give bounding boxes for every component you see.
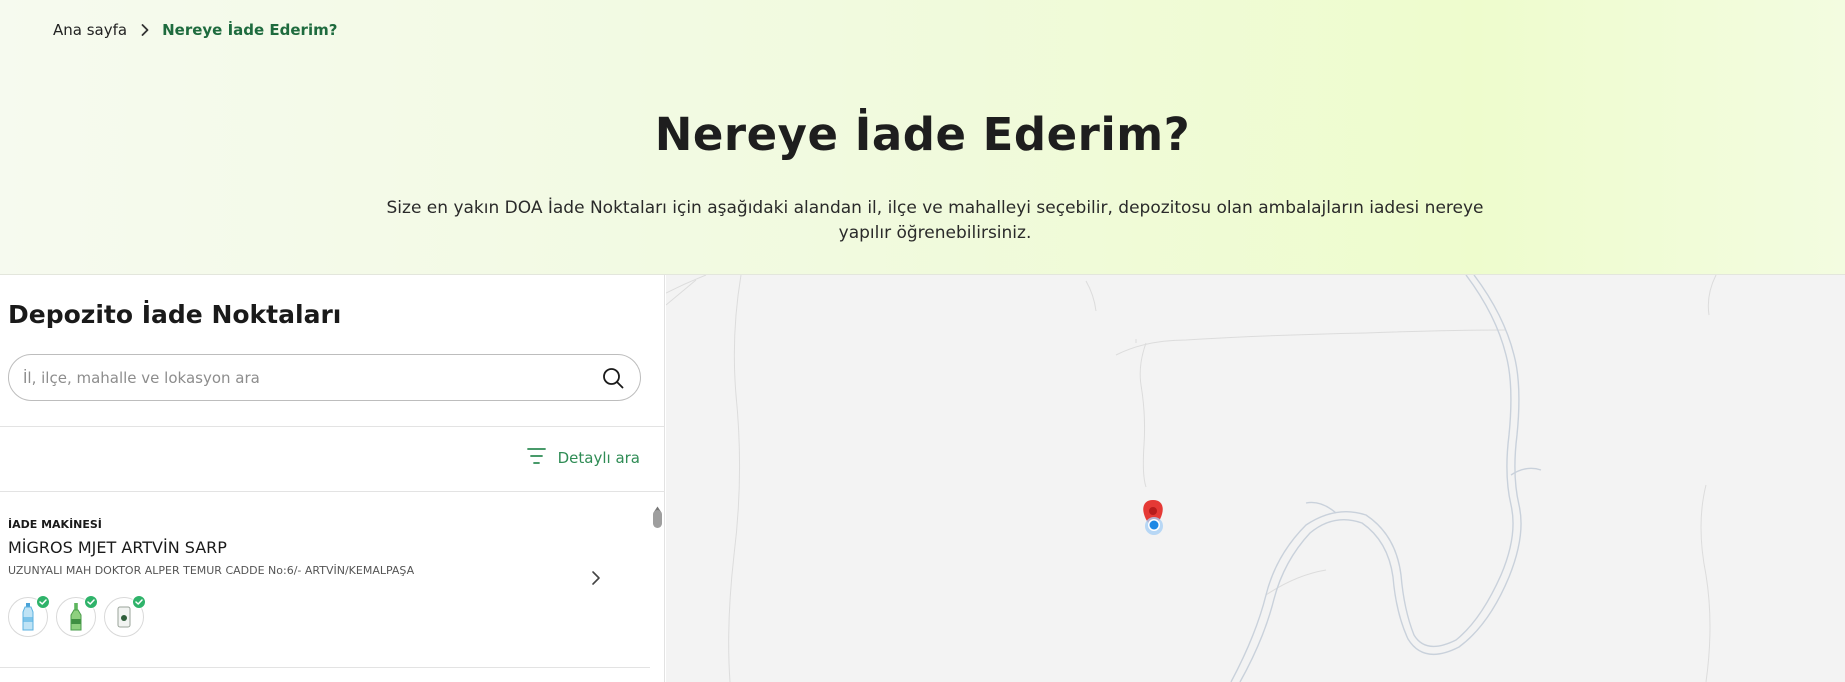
map-view[interactable] — [666, 275, 1845, 682]
scroll-thumb[interactable] — [653, 510, 662, 528]
check-icon — [36, 595, 50, 609]
divider — [0, 426, 665, 427]
breadcrumb: Ana sayfa Nereye İade Ederim? — [53, 21, 337, 39]
plastic-bottle-icon — [8, 595, 50, 637]
search-input[interactable] — [23, 368, 600, 387]
location-type: İADE MAKİNESİ — [8, 518, 102, 531]
accepted-packaging — [8, 595, 152, 637]
return-points-panel: Depozito İade Noktaları Detaylı ara İADE… — [0, 275, 665, 682]
location-address: UZUNYALI MAH DOKTOR ALPER TEMUR CADDE No… — [8, 564, 415, 577]
search-box — [8, 354, 641, 401]
list-scrollbar[interactable] — [650, 492, 665, 682]
page-description: Size en yakın DOA İade Noktaları için aş… — [386, 198, 1484, 243]
glass-bottle-icon — [56, 595, 98, 637]
can-icon — [104, 595, 146, 637]
hero-banner: Ana sayfa Nereye İade Ederim? Nereye İad… — [0, 0, 1845, 275]
chevron-right-icon — [141, 24, 149, 36]
map-canvas — [666, 275, 1717, 682]
detailed-search-button[interactable]: Detaylı ara — [526, 447, 640, 469]
panel-title: Depozito İade Noktaları — [8, 300, 342, 329]
location-name: MİGROS MJET ARTVİN SARP — [8, 538, 227, 557]
page-title: Nereye İade Ederim? — [654, 108, 1191, 161]
check-icon — [84, 595, 98, 609]
breadcrumb-current: Nereye İade Ederim? — [162, 21, 338, 39]
location-list: İADE MAKİNESİ MİGROS MJET ARTVİN SARP UZ… — [0, 492, 650, 682]
detailed-search-label: Detaylı ara — [557, 449, 640, 467]
filter-icon — [526, 447, 558, 469]
list-item[interactable]: İADE MAKİNESİ MİGROS MJET ARTVİN SARP UZ… — [0, 492, 650, 668]
search-icon[interactable] — [600, 365, 626, 391]
breadcrumb-home-link[interactable]: Ana sayfa — [53, 21, 127, 39]
map-marker-icon — [1143, 500, 1163, 535]
chevron-right-icon[interactable] — [591, 570, 601, 590]
check-icon — [132, 595, 146, 609]
